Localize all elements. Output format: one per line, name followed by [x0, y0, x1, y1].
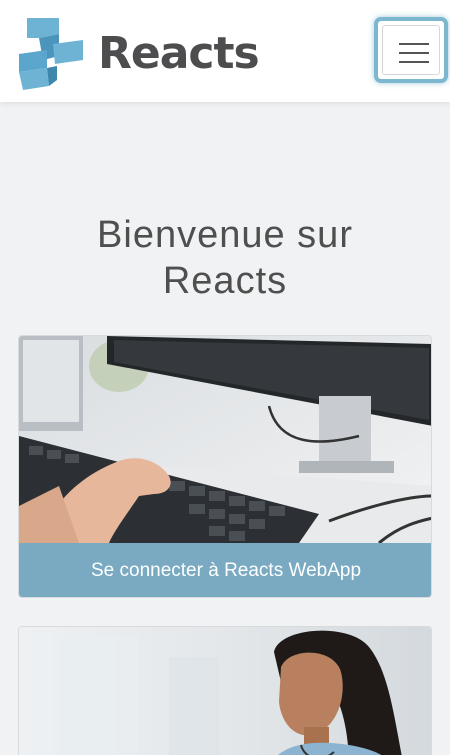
hamburger-menu-button[interactable] — [374, 17, 448, 83]
webapp-login-button[interactable]: Se connecter à Reacts WebApp — [19, 543, 431, 597]
welcome-line-2: Reacts — [162, 260, 288, 302]
reacts-logo-icon — [19, 18, 83, 90]
logo-text: Reacts — [98, 27, 260, 79]
top-header: Reacts — [0, 0, 450, 102]
doctor-photo — [19, 627, 431, 755]
reacts-logo[interactable]: Reacts — [17, 16, 260, 90]
welcome-heading: Bienvenue sur Reacts — [0, 212, 450, 304]
webapp-card: Se connecter à Reacts WebApp — [18, 335, 432, 598]
doctor-card — [18, 626, 432, 755]
hamburger-menu-icon — [382, 25, 440, 75]
welcome-line-1: Bienvenue sur — [97, 214, 353, 256]
keyboard-computer-photo — [19, 336, 431, 543]
